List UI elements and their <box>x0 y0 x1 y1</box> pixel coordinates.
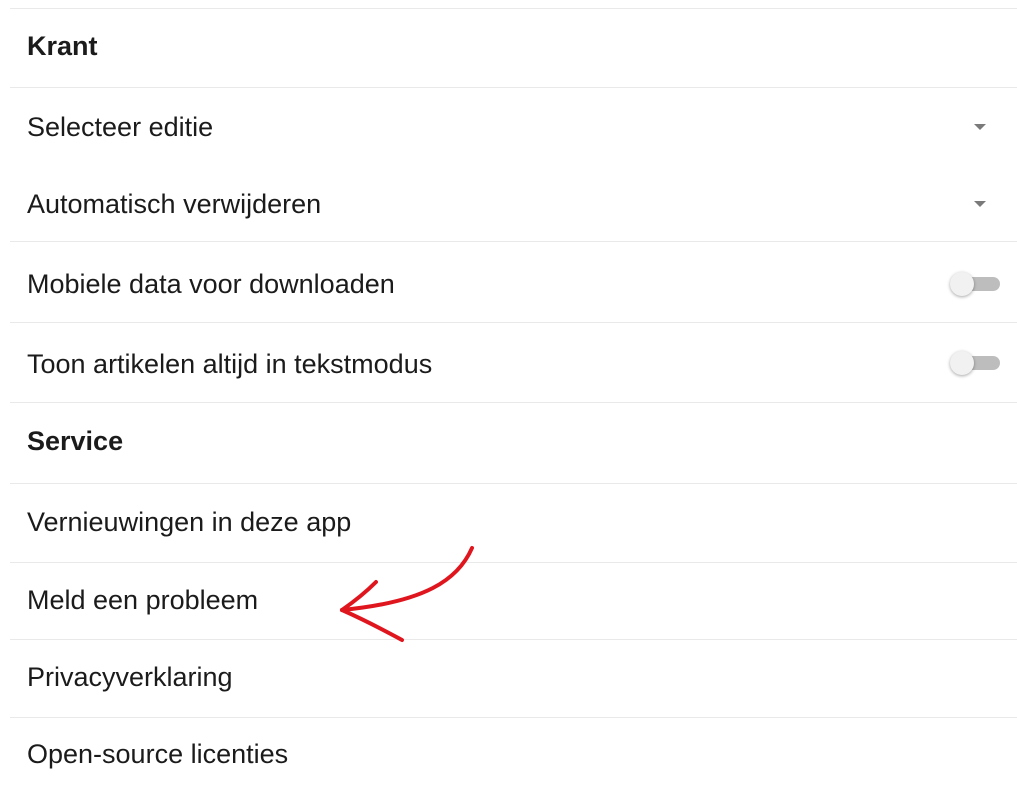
caret-down-icon[interactable] <box>974 201 986 207</box>
section-title-service: Service <box>27 425 124 456</box>
toggle-thumb <box>950 351 974 375</box>
caret-down-icon[interactable] <box>974 124 986 130</box>
service-item-vernieuwingen[interactable]: Vernieuwingen in deze app <box>27 508 351 536</box>
divider <box>10 322 1017 323</box>
setting-label: Toon artikelen altijd in tekstmodus <box>27 348 433 379</box>
service-item-meld-probleem[interactable]: Meld een probleem <box>27 586 258 614</box>
setting-selecteer-editie[interactable]: Selecteer editie <box>27 113 213 141</box>
divider <box>10 402 1017 403</box>
setting-automatisch-verwijderen[interactable]: Automatisch verwijderen <box>27 190 321 218</box>
service-item-label: Vernieuwingen in deze app <box>27 506 352 537</box>
service-item-label: Meld een probleem <box>27 584 259 615</box>
section-header-service: Service <box>27 427 123 455</box>
divider <box>10 639 1017 640</box>
top-divider <box>10 8 1017 9</box>
service-item-privacyverklaring[interactable]: Privacyverklaring <box>27 663 233 691</box>
divider <box>10 87 1017 88</box>
service-item-label: Open-source licenties <box>27 738 289 769</box>
divider <box>10 562 1017 563</box>
setting-tekstmodus[interactable]: Toon artikelen altijd in tekstmodus <box>27 350 432 378</box>
section-title-krant: Krant <box>27 30 98 61</box>
tekstmodus-toggle[interactable] <box>950 351 1000 375</box>
setting-label: Mobiele data voor downloaden <box>27 268 395 299</box>
divider <box>10 241 1017 242</box>
annotation-arrow-icon <box>340 546 474 642</box>
mobiele-data-toggle[interactable] <box>950 272 1000 296</box>
setting-mobiele-data[interactable]: Mobiele data voor downloaden <box>27 270 395 298</box>
toggle-thumb <box>950 272 974 296</box>
setting-label: Automatisch verwijderen <box>27 188 322 219</box>
divider <box>10 717 1017 718</box>
service-item-label: Privacyverklaring <box>27 661 233 692</box>
divider <box>10 483 1017 484</box>
service-item-open-source[interactable]: Open-source licenties <box>27 740 288 768</box>
setting-label: Selecteer editie <box>27 111 214 142</box>
section-header-krant: Krant <box>27 32 98 60</box>
